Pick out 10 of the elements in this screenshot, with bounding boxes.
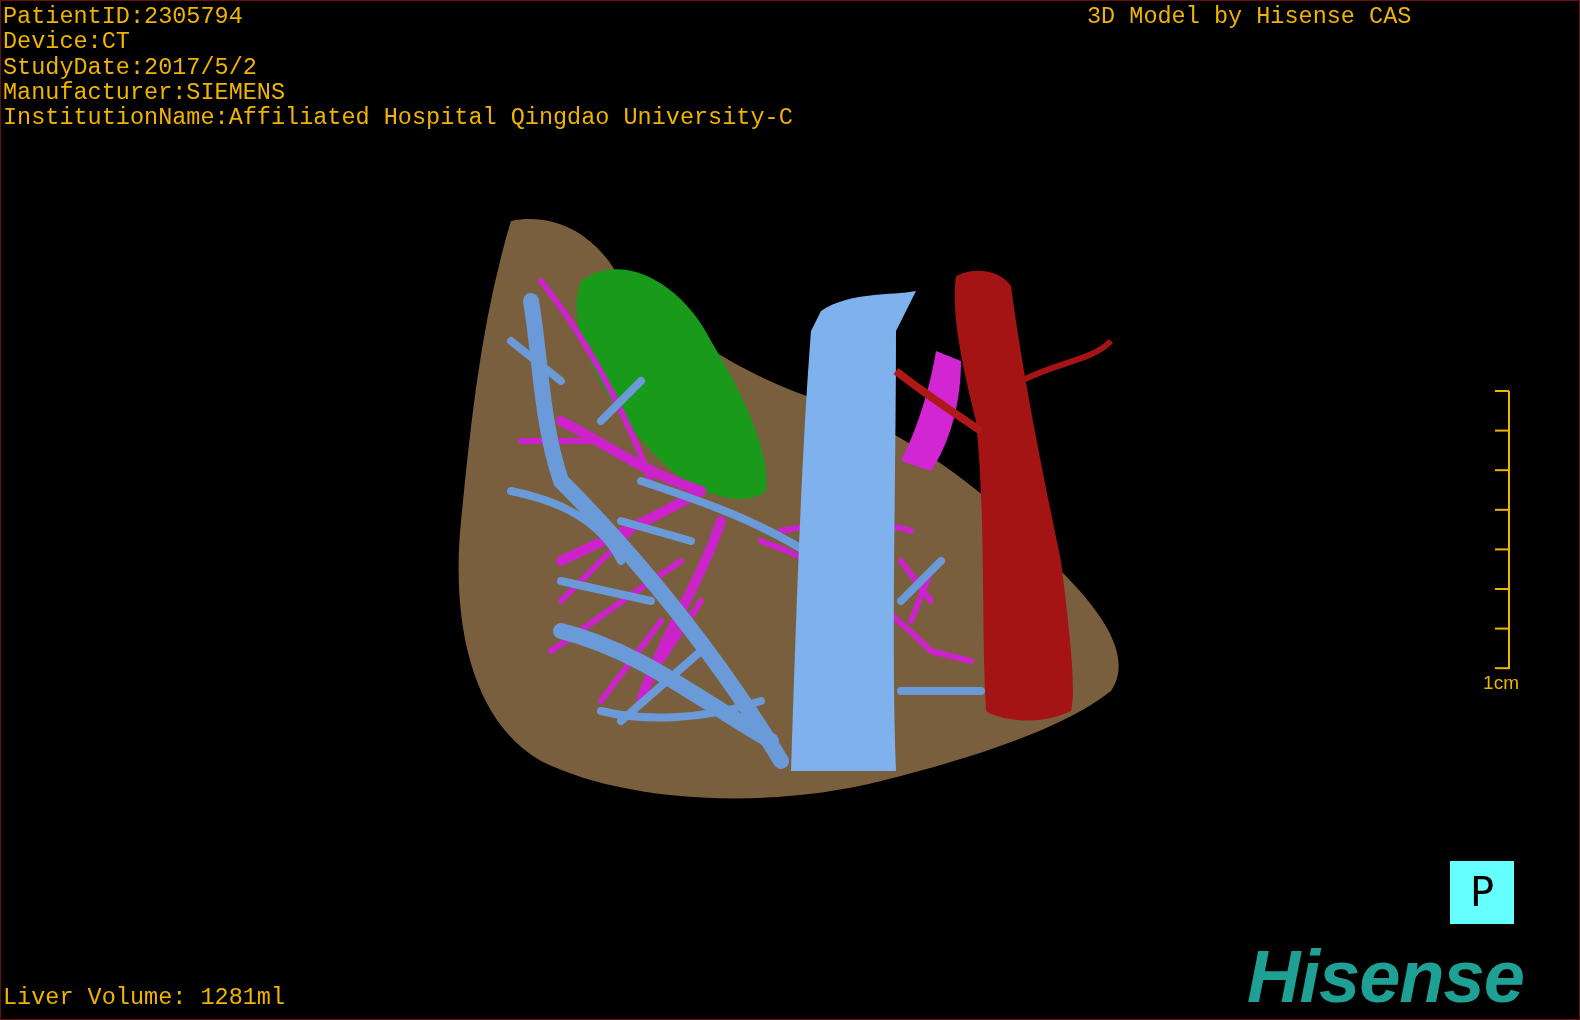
liver-volume-text: Liver Volume: 1281ml (3, 985, 286, 1010)
orientation-marker: P (1450, 861, 1514, 924)
scale-label: 1cm (1483, 672, 1519, 694)
brand-logo: Hisense (1247, 939, 1524, 1015)
patient-info-text: Device:CT (3, 29, 131, 55)
patient-info-text: StudyDate:2017/5/2 (3, 54, 258, 80)
patient-info-text: InstitutionName:Affiliated Hospital Qingdao University-C (3, 105, 793, 131)
model-credit-text: 3D Model by Hisense CAS (1087, 4, 1412, 29)
patient-info-text: PatientID:2305794 (3, 4, 244, 30)
patient-info-text: Manufacturer:SIEMENS (3, 79, 287, 106)
